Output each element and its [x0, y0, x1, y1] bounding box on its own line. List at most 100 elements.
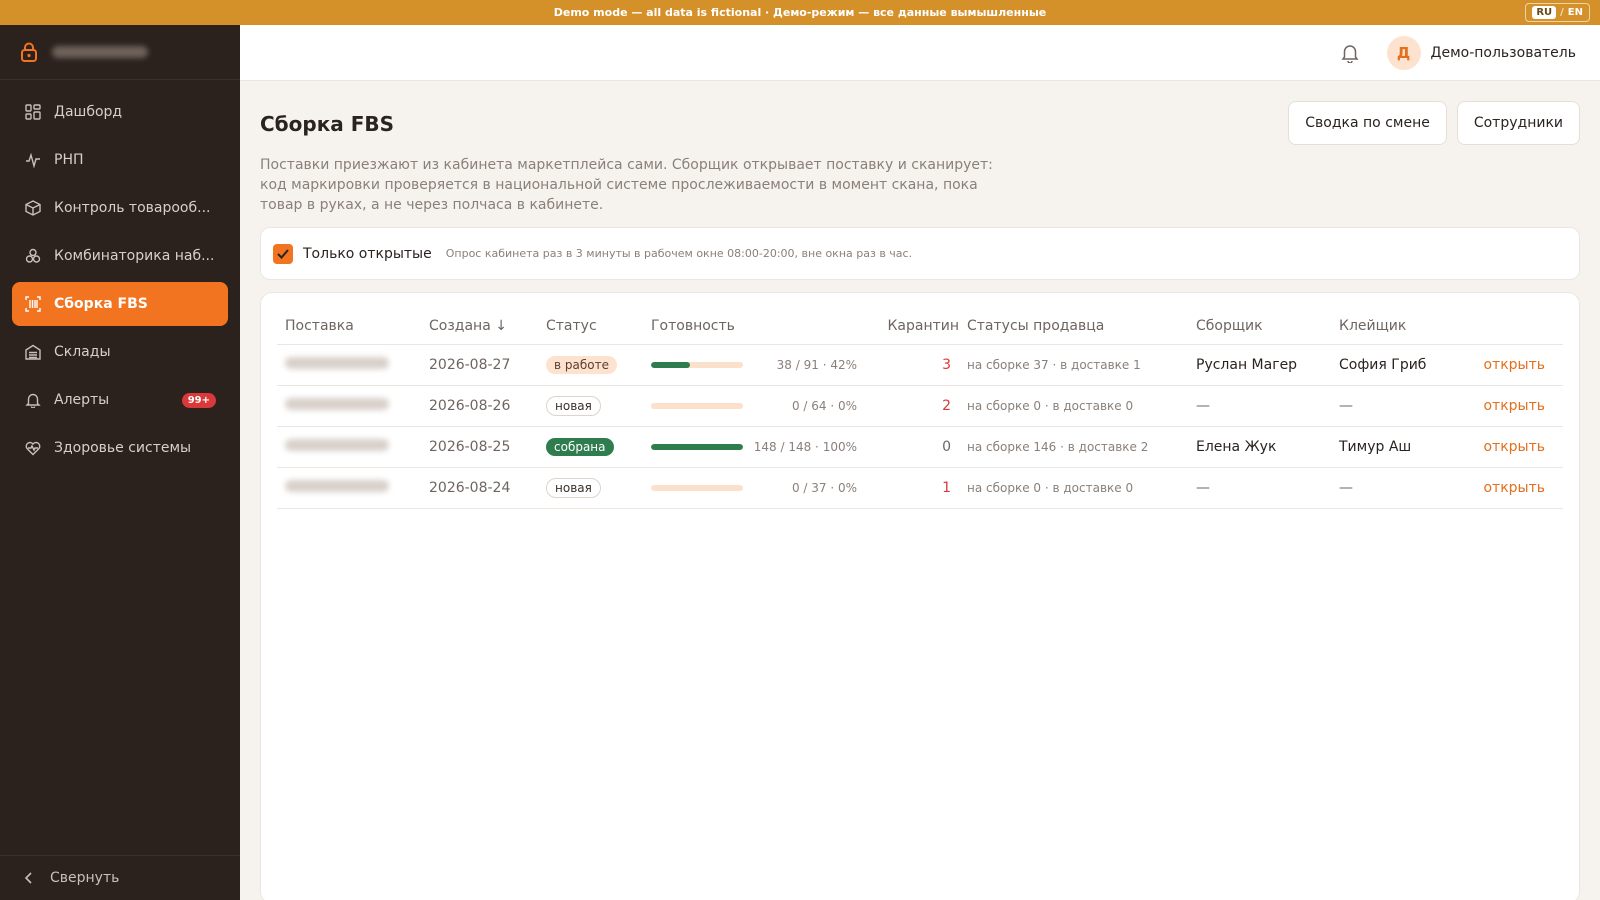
brand[interactable]: [0, 25, 240, 80]
status-badge: новая: [546, 478, 601, 498]
quarantine-count: 0: [942, 439, 951, 455]
col-picker-header: Сборщик: [1196, 317, 1263, 334]
open-link[interactable]: открыть: [1479, 480, 1553, 496]
collapse-sidebar-button[interactable]: Свернуть: [0, 855, 240, 900]
table-header-row: Поставка Создана ↓ Статус Готовность Кар…: [277, 307, 1563, 345]
quarantine-count: 2: [942, 398, 951, 414]
readiness-bar: [651, 403, 743, 409]
picker-name: Руслан Магер: [1196, 357, 1298, 373]
supplies-table: Поставка Создана ↓ Статус Готовность Кар…: [260, 292, 1580, 900]
col-seller-statuses-header: Статусы продавца: [967, 317, 1105, 334]
readiness-cell: 148 / 148 · 100%: [651, 440, 865, 454]
col-created-header[interactable]: Создана ↓: [429, 318, 546, 334]
picker-name: —: [1196, 398, 1210, 414]
top-bar: Д Демо-пользователь: [240, 25, 1600, 81]
sidebar-item-fbs-assembly[interactable]: Сборка FBS: [12, 282, 228, 326]
box-icon: [24, 199, 42, 217]
readiness-cell: 0 / 37 · 0%: [651, 481, 865, 495]
demo-mode-text: Demo mode — all data is fictional · Демо…: [553, 6, 1047, 19]
seller-statuses: на сборке 0 · в доставке 0: [967, 481, 1134, 495]
brand-name-blurred: [52, 46, 148, 58]
sidebar-item-system-health[interactable]: Здоровье системы: [12, 426, 228, 470]
page-header: Сборка FBS Сводка по смене Сотрудники: [260, 101, 1580, 145]
bell-icon: [24, 391, 42, 409]
notifications-bell-icon[interactable]: [1341, 43, 1359, 63]
lang-en[interactable]: EN: [1568, 7, 1583, 18]
supply-id-blurred: [277, 480, 429, 496]
alerts-count-badge: 99+: [181, 392, 216, 408]
staff-button[interactable]: Сотрудники: [1456, 101, 1580, 145]
heart-icon: [24, 439, 42, 457]
table-row: 2026-08-27 в работе 38 / 91 · 42% 3 на с…: [277, 345, 1563, 386]
demo-mode-banner: Demo mode — all data is fictional · Демо…: [0, 0, 1600, 25]
readiness-cell: 0 / 64 · 0%: [651, 399, 865, 413]
readiness-text: 0 / 64 · 0%: [791, 399, 857, 413]
supply-id-blurred: [277, 357, 429, 373]
labeler-name: Тимур Аш: [1339, 439, 1412, 455]
readiness-bar: [651, 444, 743, 450]
chevron-left-icon: [24, 872, 32, 884]
status-cell: собрана: [546, 438, 651, 456]
status-badge: собрана: [546, 438, 614, 456]
status-cell: новая: [546, 396, 651, 416]
sidebar-item-turnover-control[interactable]: Контроль товарооб...: [12, 186, 228, 230]
sidebar-item-label: РНП: [54, 152, 84, 168]
seller-statuses: на сборке 146 · в доставке 2: [967, 440, 1149, 454]
sidebar-item-label: Комбинаторика наб...: [54, 248, 215, 264]
labeler-name: —: [1339, 398, 1353, 414]
readiness-bar-fill: [651, 362, 690, 368]
table-row: 2026-08-26 новая 0 / 64 · 0% 2 на сборке…: [277, 386, 1563, 427]
checkmark-icon: [277, 248, 289, 259]
open-link[interactable]: открыть: [1479, 439, 1553, 455]
open-link[interactable]: открыть: [1479, 398, 1553, 414]
header-actions: Сводка по смене Сотрудники: [1288, 101, 1580, 145]
sidebar-item-label: Дашборд: [54, 104, 123, 120]
created-date: 2026-08-27: [429, 357, 511, 373]
picker-name: Елена Жук: [1196, 439, 1277, 455]
barcode-icon: [24, 295, 42, 313]
status-badge: новая: [546, 396, 601, 416]
col-status-header: Статус: [546, 317, 597, 334]
quarantine-count: 1: [942, 480, 951, 496]
open-link[interactable]: открыть: [1479, 357, 1553, 373]
sidebar-item-alerts[interactable]: Алерты 99+: [12, 378, 228, 422]
created-date: 2026-08-24: [429, 480, 511, 496]
readiness-text: 38 / 91 · 42%: [776, 358, 857, 372]
lang-ru[interactable]: RU: [1532, 6, 1557, 19]
status-cell: в работе: [546, 356, 651, 374]
user-menu[interactable]: Д Демо-пользователь: [1386, 35, 1576, 70]
supply-id-blurred: [277, 398, 429, 414]
shift-summary-button[interactable]: Сводка по смене: [1288, 101, 1447, 145]
labeler-name: София Гриб: [1339, 357, 1427, 373]
sidebar-item-dashboard[interactable]: Дашборд: [12, 90, 228, 134]
col-labeler-header: Клейщик: [1339, 317, 1407, 334]
main-content: Сборка FBS Сводка по смене Сотрудники По…: [240, 81, 1600, 900]
sidebar-nav: Дашборд РНП Контроль товарооб... Комбина…: [0, 80, 240, 484]
warehouse-icon: [24, 343, 42, 361]
labeler-name: —: [1339, 480, 1353, 496]
language-switch[interactable]: RU / EN: [1525, 3, 1590, 22]
polling-note: Опрос кабинета раз в 3 минуты в рабочем …: [445, 247, 913, 260]
only-open-checkbox[interactable]: [273, 243, 293, 264]
sidebar-item-label: Склады: [54, 344, 111, 360]
user-name: Демо-пользователь: [1430, 44, 1576, 61]
readiness-text: 0 / 37 · 0%: [791, 481, 857, 495]
page-description: Поставки приезжают из кабинета маркетпле…: [260, 157, 993, 213]
col-supply-header: Поставка: [285, 317, 354, 334]
col-ready-header: Готовность: [651, 317, 735, 334]
collapse-label: Свернуть: [50, 870, 120, 886]
sidebar-item-label: Контроль товарооб...: [54, 200, 211, 216]
readiness-bar: [651, 362, 743, 368]
page-title: Сборка FBS: [260, 112, 395, 136]
avatar: Д: [1386, 35, 1421, 70]
seller-statuses: на сборке 37 · в доставке 1: [967, 358, 1141, 372]
quarantine-count: 3: [942, 357, 951, 373]
readiness-bar: [651, 485, 743, 491]
combo-icon: [24, 247, 42, 265]
supply-id-blurred: [277, 439, 429, 455]
sidebar-item-warehouses[interactable]: Склады: [12, 330, 228, 374]
only-open-label[interactable]: Только открытые: [303, 246, 432, 262]
sidebar-item-bundle-combinatorics[interactable]: Комбинаторика наб...: [12, 234, 228, 278]
created-date: 2026-08-25: [429, 439, 511, 455]
sidebar-item-rnp[interactable]: РНП: [12, 138, 228, 182]
